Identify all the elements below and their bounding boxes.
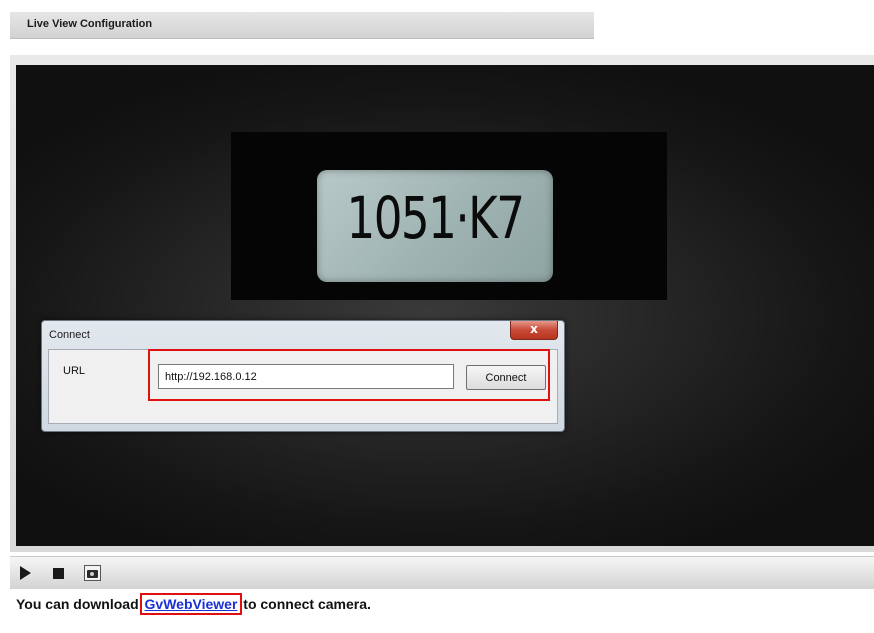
- url-label: URL: [63, 365, 86, 377]
- playback-controls: [10, 556, 874, 589]
- section-title: Live View Configuration: [27, 18, 153, 30]
- live-video-area[interactable]: 1051·K7: [16, 65, 874, 546]
- section-title-bar: Live View Configuration: [10, 12, 594, 39]
- dialog-title: Connect: [49, 329, 90, 341]
- license-plate-text: 1051·K7: [346, 184, 525, 252]
- download-text-after: to connect camera.: [239, 596, 371, 612]
- license-plate-image: 1051·K7: [231, 132, 667, 300]
- gvwebviewer-link[interactable]: GvWebViewer: [139, 593, 243, 615]
- stop-icon[interactable]: [48, 563, 68, 583]
- download-message: You can download GvWebViewer to connect …: [16, 593, 371, 615]
- play-icon[interactable]: [15, 563, 35, 583]
- url-highlight-box: [148, 349, 550, 401]
- close-button[interactable]: x: [510, 321, 558, 340]
- license-plate: 1051·K7: [317, 170, 553, 282]
- download-text-before: You can download: [16, 596, 143, 612]
- camera-snapshot-icon[interactable]: [82, 563, 102, 583]
